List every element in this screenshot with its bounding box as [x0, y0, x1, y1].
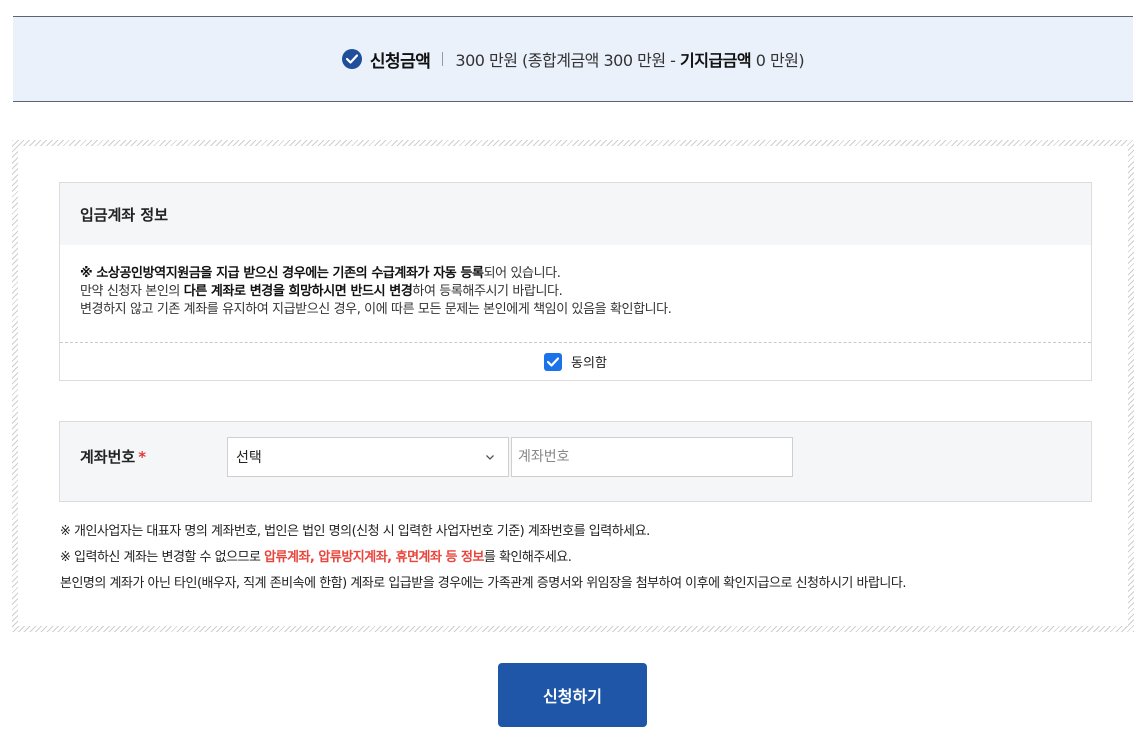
bank-select[interactable]: 선택 [227, 437, 509, 477]
account-info-notice: ※ 소상공인방역지원금을 지급 받으신 경우에는 기존의 수급계좌가 자동 등록… [60, 245, 1091, 342]
guide-line-2-warning: 압류계좌, 압류방지계좌, 휴면계좌 등 정보 [264, 550, 484, 565]
account-guides: ※ 개인사업자는 대표자 명의 계좌번호, 법인은 법인 명의(신청 시 입력한… [60, 519, 906, 597]
account-number-input[interactable] [511, 437, 793, 477]
notice-line-2-pre: 만약 신청자 본인의 [80, 284, 184, 299]
guide-line-1: ※ 개인사업자는 대표자 명의 계좌번호, 법인은 법인 명의(신청 시 입력한… [60, 524, 650, 539]
agree-row[interactable]: 동의함 [60, 342, 1091, 380]
summary-amount-bold: 기지급금액 [680, 51, 752, 70]
account-info-panel: 입금계좌 정보 ※ 소상공인방역지원금을 지급 받으신 경우에는 기존의 수급계… [59, 182, 1092, 381]
account-number-label: 계좌번호 * [80, 446, 146, 467]
notice-line-1-bold: ※ 소상공인방역지원금을 지급 받으신 경우에는 기존의 수급계좌가 자동 등록 [80, 266, 484, 281]
chevron-down-icon [486, 455, 494, 460]
notice-line-3: 변경하지 않고 기존 계좌를 유지하여 지급받으신 경우, 이에 따른 모든 문… [80, 302, 672, 317]
guide-line-2-pre: ※ 입력하신 계좌는 변경할 수 없으므로 [60, 550, 265, 565]
check-circle-icon [341, 49, 362, 69]
notice-line-2: 만약 신청자 본인의 다른 계좌로 변경을 희망하시면 반드시 변경하여 등록해… [80, 283, 1071, 301]
agree-checkbox[interactable] [544, 352, 563, 371]
notice-line-2-post: 하여 등록해주시기 바랍니다. [412, 284, 563, 299]
notice-line-2-bold: 다른 계좌로 변경을 희망하시면 반드시 변경 [183, 284, 413, 299]
bank-select-value: 선택 [236, 450, 262, 466]
amount-summary-banner: 신청금액 300 만원 (종합계금액 300 만원 - 기지급금액 0 만원) [13, 16, 1133, 102]
guide-line-3: 본인명의 계좌가 아닌 타인(배우자, 직계 존비속에 한함) 계좌로 입급받을… [60, 576, 906, 591]
summary-amount-prefix: 300 만원 (종합계금액 300 만원 - [455, 51, 680, 70]
agree-label[interactable]: 동의함 [571, 352, 607, 371]
guide-line-2: ※ 입력하신 계좌는 변경할 수 없으므로 압류계좌, 압류방지계좌, 휴면계좌… [60, 545, 906, 571]
submit-button[interactable]: 신청하기 [498, 663, 647, 727]
account-info-header: 입금계좌 정보 [60, 183, 1091, 245]
required-mark: * [138, 448, 147, 466]
notice-line-1-rest: 되어 있습니다. [483, 266, 561, 281]
notice-line-1: ※ 소상공인방역지원금을 지급 받으신 경우에는 기존의 수급계좌가 자동 등록… [80, 265, 1071, 283]
summary-title: 신청금액 [369, 51, 431, 72]
summary-amount: 300 만원 (종합계금액 300 만원 - 기지급금액 0 만원) [455, 47, 804, 71]
summary-amount-suffix: 0 만원) [751, 51, 805, 70]
checkmark-icon [547, 356, 560, 367]
guide-line-2-post: 를 확인해주세요. [483, 550, 572, 565]
account-number-label-text: 계좌번호 [80, 448, 136, 466]
account-number-row: 계좌번호 * 선택 [59, 421, 1092, 502]
summary-divider [442, 52, 444, 66]
